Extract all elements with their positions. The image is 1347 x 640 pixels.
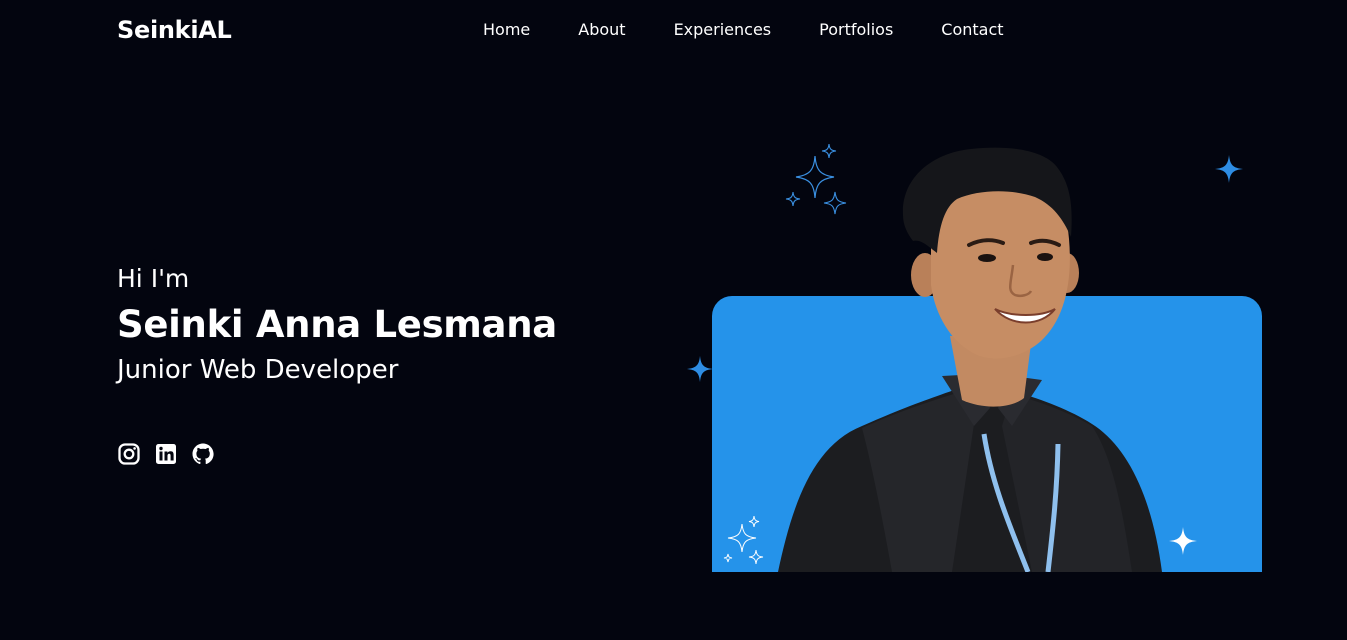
social-links <box>117 442 215 466</box>
nav-contact[interactable]: Contact <box>941 20 1003 39</box>
nav-portfolios[interactable]: Portfolios <box>819 20 893 39</box>
nav-experiences[interactable]: Experiences <box>674 20 772 39</box>
hero-role: Junior Web Developer <box>117 355 399 385</box>
main-nav: Home About Experiences Portfolios Contac… <box>483 20 1052 39</box>
navbar: SeinkiAL Home About Experiences Portfoli… <box>0 0 1347 64</box>
sparkle-icon <box>1215 155 1243 183</box>
profile-photo-head <box>902 147 1079 359</box>
nav-home[interactable]: Home <box>483 20 530 39</box>
site-logo[interactable]: SeinkiAL <box>117 16 232 44</box>
sparkle-cluster-icon <box>723 515 764 565</box>
hero-name: Seinki Anna Lesmana <box>117 303 557 346</box>
hero-greeting: Hi I'm <box>117 264 190 293</box>
instagram-icon[interactable] <box>117 442 141 466</box>
linkedin-icon[interactable] <box>154 442 178 466</box>
sparkle-cluster-icon <box>785 143 847 215</box>
sparkle-icon <box>686 355 714 383</box>
hero-intro: Hi I'm Seinki Anna Lesmana Junior Web De… <box>117 262 557 388</box>
github-icon[interactable] <box>191 442 215 466</box>
nav-about[interactable]: About <box>578 20 625 39</box>
sparkle-icon <box>1169 527 1197 555</box>
